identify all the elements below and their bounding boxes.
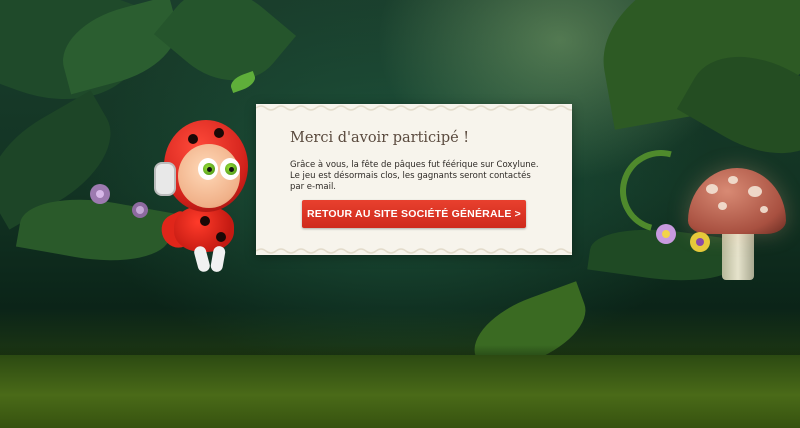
panel-title: Merci d'avoir participé ! (290, 130, 470, 146)
panel-top-border (256, 105, 572, 111)
mushroom-icon (688, 168, 786, 234)
leaf-decoration (153, 0, 297, 105)
panel-bottom-border (256, 248, 572, 254)
panel-message: Grâce à vous, la fête de pâques fut féér… (290, 160, 540, 193)
ground (0, 355, 800, 428)
confirmation-panel: Merci d'avoir participé ! Grâce à vous, … (256, 104, 572, 255)
flower-icon (90, 184, 110, 204)
flower-icon (690, 232, 710, 252)
flower-icon (656, 224, 676, 244)
message-line-closed: Le jeu est désormais clos, les gagnants … (290, 171, 531, 192)
back-to-site-button[interactable]: RETOUR AU SITE SOCIÉTÉ GÉNÉRALE > (302, 200, 526, 228)
flower-icon (132, 202, 148, 218)
message-line-thanks: Grâce à vous, la fête de pâques fut féér… (290, 160, 539, 170)
ladybug-mascot-icon (152, 120, 262, 280)
